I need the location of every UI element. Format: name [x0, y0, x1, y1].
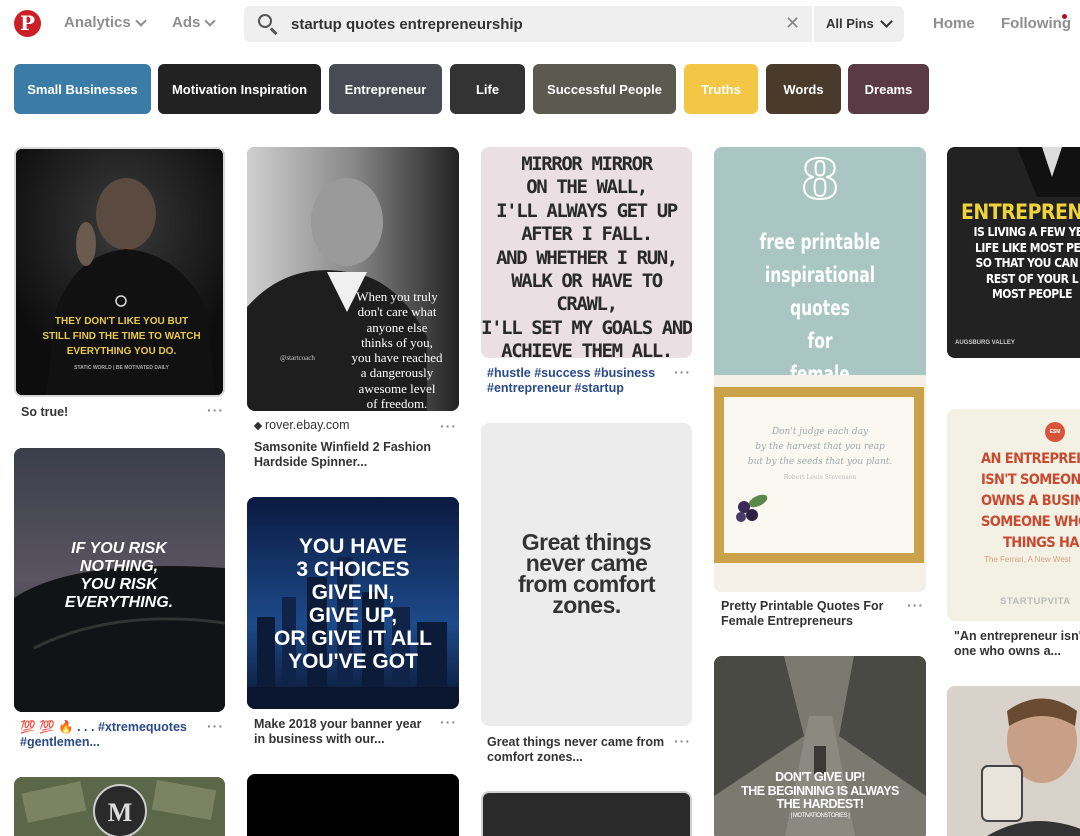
- pin-image-owns[interactable]: ESM AN ENTREPREI ISN'T SOMEONI OWNS A BU…: [947, 409, 1080, 621]
- pin-caption-line1: 💯 💯 🔥 . . . #xtremequotes: [20, 720, 187, 734]
- pin-caption: So true!: [21, 405, 69, 419]
- ads-menu[interactable]: Ads: [172, 14, 217, 31]
- pin-caption-line1: Samsonite Winfield 2 Fashion: [254, 440, 431, 454]
- gold-frame: Don't judge each day by the harvest that…: [714, 387, 924, 563]
- pin-caption-line2: #entrepreneur #startup: [487, 381, 624, 395]
- pin-caption-line1: "An entrepreneur isn't: [954, 629, 1080, 643]
- pin-caption-line2: in business with our...: [254, 732, 385, 746]
- pin-caption-line1: Make 2018 your banner year: [254, 717, 422, 731]
- pin-quote: DON'T GIVE UP! THE BEGINNING IS ALWAYS T…: [741, 770, 899, 819]
- pin-caption-line2: one who owns a...: [954, 644, 1061, 658]
- money-photo: M: [14, 777, 225, 836]
- man-drinking-coffee-photo: [947, 686, 1080, 836]
- credit-text: AUGSBURG VALLEY: [955, 340, 1015, 346]
- author-text: The Ferrari, A New West: [984, 555, 1071, 564]
- more-options-icon[interactable]: ···: [907, 597, 924, 613]
- chevron-down-icon: [135, 14, 147, 27]
- search-scope-dropdown[interactable]: All Pins: [826, 15, 893, 31]
- pin-quote: IS LIVING A FEW YEA LIFE LIKE MOST PEO S…: [973, 225, 1080, 302]
- pin-image-mirror[interactable]: MIRROR MIRROR ON THE WALL, I'LL ALWAYS G…: [481, 147, 692, 358]
- pin-quote: AN ENTREPREI ISN'T SOMEONI OWNS A BUSINE…: [981, 451, 1080, 551]
- pin-image-black[interactable]: [247, 774, 459, 836]
- search-icon: [258, 14, 272, 28]
- pin-quote: MIRROR MIRROR ON THE WALL, I'LL ALWAYS G…: [481, 153, 692, 358]
- guide-life[interactable]: Life: [450, 64, 525, 114]
- following-link[interactable]: Following: [1001, 15, 1071, 32]
- chevron-down-icon: [879, 15, 893, 28]
- more-options-icon[interactable]: ···: [674, 733, 691, 749]
- analytics-menu[interactable]: Analytics: [64, 14, 147, 31]
- pin-quote: IF YOU RISK NOTHING, YOU RISK EVERYTHING…: [64, 540, 174, 611]
- close-icon[interactable]: ✕: [785, 13, 800, 34]
- pin-image-coffee[interactable]: [947, 686, 1080, 836]
- pin-image-rock[interactable]: THEY DON'T LIKE YOU BUT STILL FIND THE T…: [14, 147, 225, 397]
- pin-image-car[interactable]: IF YOU RISK NOTHING, YOU RISK EVERYTHING…: [14, 448, 225, 712]
- more-options-icon[interactable]: ···: [440, 418, 457, 434]
- more-options-icon[interactable]: ···: [207, 718, 224, 734]
- more-options-icon[interactable]: ···: [207, 402, 224, 418]
- brand-text: STARTUPVITA: [1000, 596, 1071, 607]
- ads-label: Ads: [172, 14, 201, 31]
- search-bar[interactable]: startup quotes entrepreneurship ✕ All Pi…: [244, 6, 904, 42]
- pin-caption-line2: comfort zones...: [487, 750, 583, 764]
- divider: [812, 6, 814, 42]
- notification-dot-icon: [1062, 14, 1067, 19]
- brand-badge: ESM: [1045, 422, 1065, 442]
- guide-successful-people[interactable]: Successful People: [533, 64, 676, 114]
- guide-small-businesses[interactable]: Small Businesses: [14, 64, 151, 114]
- pin-quote: When you truly don't care what anyone el…: [351, 289, 443, 411]
- pin-caption-line2: #gentlemen...: [20, 735, 100, 749]
- more-options-icon[interactable]: ···: [674, 364, 691, 380]
- guide-entrepreneur[interactable]: Entrepreneur: [329, 64, 442, 114]
- pin-image-frame[interactable]: [481, 791, 692, 836]
- pin-image-comfort[interactable]: Great things never came from comfort zon…: [481, 423, 692, 726]
- pin-image-street[interactable]: DON'T GIVE UP! THE BEGINNING IS ALWAYS T…: [714, 656, 926, 836]
- more-options-icon[interactable]: ···: [440, 714, 457, 730]
- pin-image-statham[interactable]: When you truly don't care what anyone el…: [247, 147, 459, 411]
- pin-source[interactable]: rover.ebay.com: [253, 418, 350, 432]
- chevron-down-icon: [204, 14, 217, 27]
- svg-text:M: M: [108, 798, 133, 827]
- pin-caption-line1: Pretty Printable Quotes For: [721, 599, 884, 613]
- berries-icon: [736, 494, 768, 522]
- search-input[interactable]: startup quotes entrepreneurship: [291, 16, 523, 33]
- pin-image-printable[interactable]: 8 free printable inspirational quotes fo…: [714, 147, 926, 592]
- pin-caption-line1: #hustle #success #business: [487, 366, 656, 380]
- script-quote: Don't judge each day by the harvest that…: [747, 427, 893, 481]
- pin-caption-line2: Hardside Spinner...: [254, 455, 368, 469]
- pin-image-money[interactable]: M: [14, 777, 225, 836]
- pin-title: ENTREPRENE: [961, 200, 1080, 224]
- guide-motivation-inspiration[interactable]: Motivation Inspiration: [158, 64, 321, 114]
- home-link[interactable]: Home: [933, 15, 975, 32]
- pin-quote: THEY DON'T LIKE YOU BUT STILL FIND THE T…: [42, 316, 201, 371]
- credit-text: @startcoach: [280, 354, 315, 362]
- guide-dreams[interactable]: Dreams: [848, 64, 929, 114]
- pin-quote: YOU HAVE 3 CHOICES GIVE IN, GIVE UP, OR …: [274, 535, 432, 673]
- top-bar: P Analytics Ads startup quotes entrepren…: [0, 0, 1080, 48]
- pin-image-suit[interactable]: ENTREPRENE IS LIVING A FEW YEA LIFE LIKE…: [947, 147, 1080, 358]
- number-badge: 8: [800, 147, 840, 212]
- pin-caption-line1: Great things never came from: [487, 735, 665, 749]
- analytics-label: Analytics: [64, 14, 131, 31]
- pin-caption-line2: Female Entrepreneurs: [721, 614, 853, 628]
- guide-truths[interactable]: Truths: [684, 64, 758, 114]
- tag-icon: [253, 421, 263, 431]
- scope-label: All Pins: [826, 16, 874, 31]
- guide-words[interactable]: Words: [766, 64, 841, 114]
- pinterest-logo-icon[interactable]: P: [14, 10, 41, 37]
- pin-quote: Great things never came from comfort zon…: [517, 529, 656, 618]
- pin-image-city[interactable]: YOU HAVE 3 CHOICES GIVE IN, GIVE UP, OR …: [247, 497, 459, 709]
- framed-print: Don't judge each day by the harvest that…: [714, 375, 926, 592]
